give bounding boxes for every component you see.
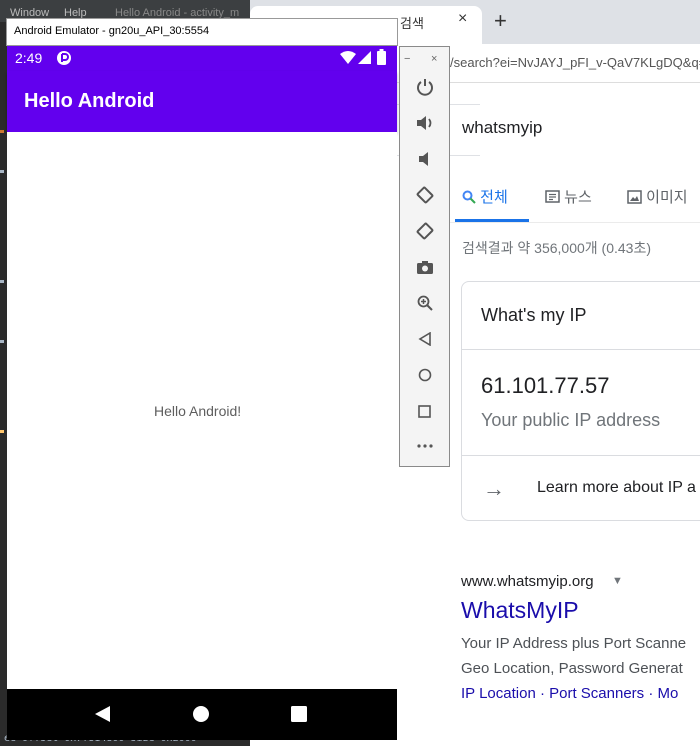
power-button[interactable] [399, 75, 450, 99]
more-button[interactable] [399, 434, 450, 458]
tab-images-label: 이미지 [646, 189, 688, 206]
tab-all[interactable]: 전체 [462, 186, 508, 207]
card-title: What's my IP [481, 305, 587, 325]
learn-more-link[interactable]: Learn more about IP a [537, 479, 696, 497]
tab-images[interactable]: 이미지 [627, 186, 688, 207]
search-icon [462, 190, 476, 204]
volume-down-icon [418, 152, 428, 166]
card-divider [462, 349, 700, 350]
arrow-right-icon: → [483, 476, 505, 501]
result-sitelinks[interactable]: IP Location · Port Scanners · Mo [461, 685, 678, 702]
result-stats: 검색결과 약 356,000개 (0.43초) [462, 240, 652, 256]
rotate-left-icon [416, 186, 433, 204]
overview-icon [418, 404, 431, 418]
tab-news[interactable]: 뉴스 [545, 186, 592, 207]
news-icon [545, 190, 560, 203]
new-tab-icon[interactable]: + [494, 8, 507, 34]
tab-news-label: 뉴스 [564, 189, 592, 206]
nav-overview-icon[interactable] [291, 706, 307, 722]
search-input[interactable]: whatsmyip [462, 118, 542, 138]
hello-text: Hello Android! [154, 403, 242, 419]
power-icon [416, 79, 433, 96]
rotate-right-icon [416, 222, 433, 240]
home-button[interactable] [399, 363, 450, 387]
signal-icon [358, 51, 371, 64]
nav-home-icon[interactable] [192, 705, 210, 723]
back-button[interactable] [399, 327, 450, 351]
image-icon [627, 190, 642, 204]
result-title-link[interactable]: WhatsMyIP [461, 597, 579, 624]
camera-icon [416, 260, 433, 274]
notification-icon [57, 51, 71, 65]
nav-back-icon[interactable] [92, 704, 112, 724]
back-icon [417, 332, 431, 346]
ip-address-value: 61.101.77.57 [481, 373, 610, 398]
rotate-left-button[interactable] [399, 183, 450, 207]
minimize-button[interactable]: − [404, 53, 410, 65]
zoom-button[interactable] [399, 291, 450, 315]
tab-all-label: 전체 [480, 189, 508, 206]
ip-caption: Your public IP address [481, 410, 661, 430]
result-url[interactable]: www.whatsmyip.org [461, 573, 594, 590]
result-snippet: Geo Location, Password Generat [461, 660, 683, 677]
rotate-right-button[interactable] [399, 219, 450, 243]
tab-close-icon[interactable]: × [458, 10, 467, 28]
home-icon [418, 368, 431, 382]
url-text[interactable]: /search?ei=NvJAYJ_pFI_v-QaV7KLgDQ&q= [450, 55, 700, 70]
emulator-window-title: Android Emulator - gn20u_API_30:5554 [14, 25, 210, 37]
screenshot-button[interactable] [399, 255, 450, 279]
wifi-icon [340, 51, 356, 64]
overview-button[interactable] [399, 399, 450, 423]
status-clock: 2:49 [15, 50, 43, 66]
volume-down-button[interactable] [399, 147, 450, 171]
tabs-divider [450, 222, 700, 223]
volume-up-button[interactable] [399, 111, 450, 135]
card-divider [462, 455, 700, 456]
result-snippet: Your IP Address plus Port Scanne [461, 635, 687, 652]
more-icon [416, 444, 433, 448]
close-button[interactable]: × [431, 53, 437, 65]
volume-up-icon [416, 116, 431, 130]
zoom-icon [417, 295, 433, 311]
battery-icon [377, 49, 386, 65]
caret-down-icon[interactable]: ▼ [612, 575, 623, 587]
ide-editor-gutter [0, 130, 6, 450]
app-title: Hello Android [24, 90, 155, 112]
tab-title: 검색 [400, 16, 424, 31]
